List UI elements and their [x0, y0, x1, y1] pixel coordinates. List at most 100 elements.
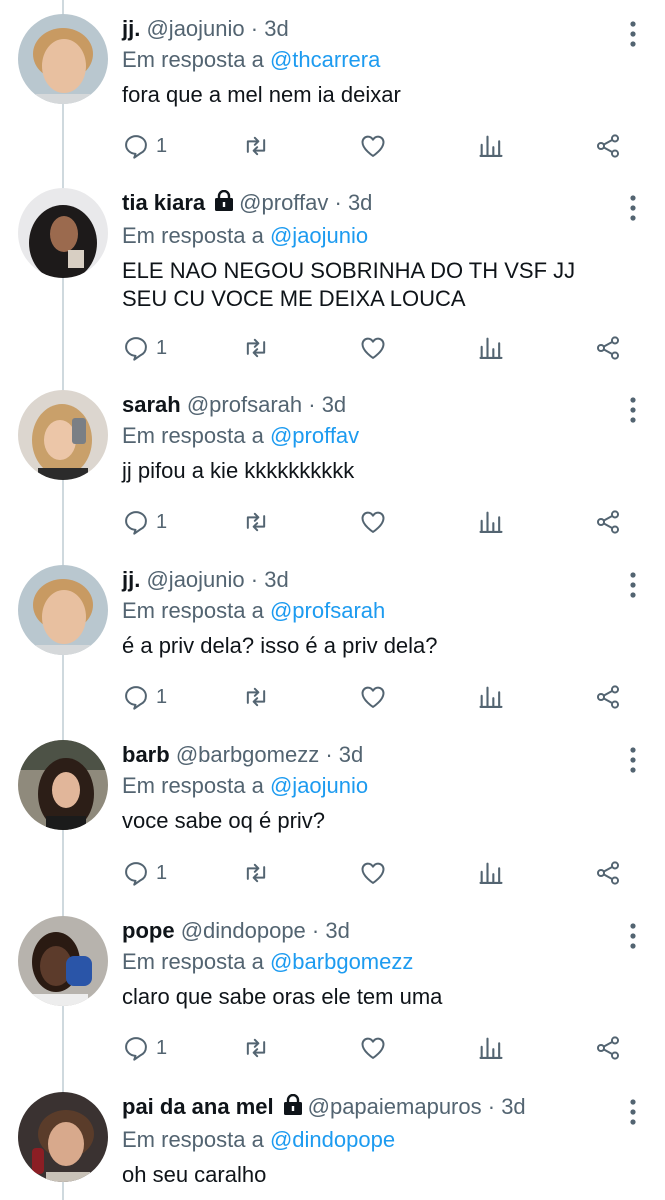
reply-button[interactable]: 1	[122, 1031, 167, 1065]
reply-prefix: Em resposta a	[122, 223, 264, 248]
avatar[interactable]	[18, 916, 108, 1006]
reply-count: 1	[156, 1036, 168, 1059]
timestamp[interactable]: 3d	[322, 392, 346, 417]
author-handle[interactable]: @barbgomezz	[176, 742, 319, 767]
analytics-button[interactable]	[477, 1031, 505, 1065]
timestamp[interactable]: 3d	[348, 190, 372, 215]
author-handle[interactable]: @jaojunio	[146, 567, 244, 592]
retweet-button[interactable]	[242, 1031, 270, 1065]
more-options-icon[interactable]	[625, 194, 641, 222]
author-name[interactable]: jj.	[122, 567, 140, 592]
reply-mention[interactable]: @dindopope	[270, 1127, 395, 1152]
more-options-icon[interactable]	[625, 20, 641, 48]
reply-button[interactable]: 1	[122, 129, 167, 163]
like-button[interactable]	[359, 505, 387, 539]
timestamp[interactable]: 3d	[264, 567, 288, 592]
author-handle[interactable]: @jaojunio	[146, 16, 244, 41]
avatar[interactable]	[18, 565, 108, 655]
reply-count: 1	[156, 861, 168, 884]
action-bar: 1	[122, 129, 642, 163]
author-handle[interactable]: @papaiemapuros	[308, 1094, 482, 1119]
reply-context: Em resposta a @thcarrera	[122, 45, 625, 75]
timestamp[interactable]: 3d	[339, 742, 363, 767]
reply-context: Em resposta a @profsarah	[122, 596, 625, 626]
share-icon	[596, 510, 620, 534]
author-handle[interactable]: @profsarah	[187, 392, 302, 417]
share-button[interactable]	[594, 331, 622, 365]
like-button[interactable]	[359, 331, 387, 365]
share-button[interactable]	[594, 505, 622, 539]
more-options-icon[interactable]	[625, 746, 641, 774]
reply-mention[interactable]: @barbgomezz	[270, 949, 413, 974]
reply-mention[interactable]: @jaojunio	[270, 223, 368, 248]
reply-mention[interactable]: @profsarah	[270, 598, 385, 623]
reply-mention[interactable]: @proffav	[270, 423, 359, 448]
retweet-button[interactable]	[242, 331, 270, 365]
reply-icon	[125, 337, 147, 361]
share-icon	[596, 685, 620, 709]
analytics-button[interactable]	[477, 505, 505, 539]
timestamp[interactable]: 3d	[325, 918, 349, 943]
author-handle[interactable]: @proffav	[239, 190, 328, 215]
reply-button[interactable]: 1	[122, 680, 167, 714]
avatar[interactable]	[18, 390, 108, 480]
timestamp[interactable]: 3d	[501, 1094, 525, 1119]
retweet-button[interactable]	[242, 129, 270, 163]
separator-dot: ·	[319, 742, 339, 767]
analytics-button[interactable]	[477, 680, 505, 714]
author-name[interactable]: tia kiara	[122, 190, 205, 215]
author-name[interactable]: jj.	[122, 16, 140, 41]
avatar[interactable]	[18, 1092, 108, 1182]
more-options-icon[interactable]	[625, 1098, 641, 1126]
analytics-button[interactable]	[477, 331, 505, 365]
separator-dot: ·	[244, 16, 265, 41]
retweet-button[interactable]	[242, 856, 270, 890]
separator-dot: ·	[481, 1094, 502, 1119]
retweet-button[interactable]	[242, 505, 270, 539]
author-handle[interactable]: @dindopope	[181, 918, 306, 943]
timestamp[interactable]: 3d	[264, 16, 288, 41]
reply-context: Em resposta a @dindopope	[122, 1125, 625, 1155]
retweet-icon	[246, 512, 266, 532]
analytics-icon	[479, 686, 503, 708]
reply-icon	[125, 1037, 147, 1061]
reply-mention[interactable]: @thcarrera	[270, 47, 380, 72]
action-bar: 1	[122, 856, 642, 890]
share-button[interactable]	[594, 856, 622, 890]
share-button[interactable]	[594, 1031, 622, 1065]
reply-mention[interactable]: @jaojunio	[270, 773, 368, 798]
like-button[interactable]	[359, 856, 387, 890]
analytics-button[interactable]	[477, 129, 505, 163]
reply-prefix: Em resposta a	[122, 423, 264, 448]
like-button[interactable]	[359, 129, 387, 163]
retweet-button[interactable]	[242, 680, 270, 714]
avatar[interactable]	[18, 14, 108, 104]
more-options-icon[interactable]	[625, 571, 641, 599]
share-button[interactable]	[594, 129, 622, 163]
reply-button[interactable]: 1	[122, 331, 167, 365]
reply-icon	[125, 686, 147, 710]
more-options-icon[interactable]	[625, 922, 641, 950]
reply-context: Em resposta a @jaojunio	[122, 221, 625, 251]
lock-icon	[282, 1093, 304, 1124]
tweet-text: jj pifou a kie kkkkkkkkkk	[122, 458, 355, 483]
share-button[interactable]	[594, 680, 622, 714]
author-name[interactable]: sarah	[122, 392, 181, 417]
reply-count: 1	[156, 134, 168, 157]
author-name[interactable]: barb	[122, 742, 170, 767]
author-name[interactable]: pope	[122, 918, 175, 943]
reply-icon	[125, 511, 147, 535]
share-icon	[596, 134, 620, 158]
reply-count: 1	[156, 510, 168, 533]
author-name[interactable]: pai da ana mel	[122, 1094, 274, 1119]
reply-button[interactable]: 1	[122, 856, 167, 890]
reply-button[interactable]: 1	[122, 505, 167, 539]
like-button[interactable]	[359, 680, 387, 714]
avatar[interactable]	[18, 740, 108, 830]
reply-prefix: Em resposta a	[122, 773, 264, 798]
avatar[interactable]	[18, 188, 108, 278]
tweet-text: claro que sabe oras ele tem uma	[122, 984, 443, 1009]
more-options-icon[interactable]	[625, 396, 641, 424]
like-button[interactable]	[359, 1031, 387, 1065]
analytics-button[interactable]	[477, 856, 505, 890]
